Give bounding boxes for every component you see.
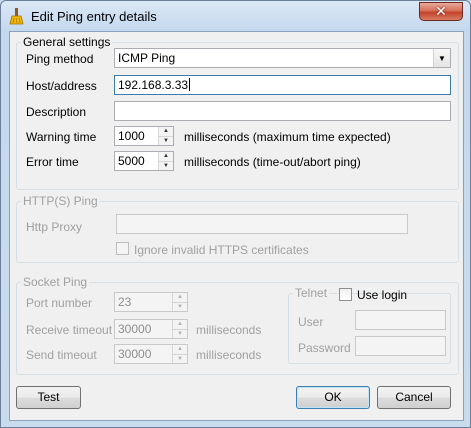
send-timeout-label: Send timeout [26,348,97,362]
send-timeout-stepper[interactable]: 30000 ▲ ▼ [114,344,188,364]
dialog-window: Edit Ping entry details ✕ General settin… [0,0,471,428]
window-title: Edit Ping entry details [31,9,157,24]
password-label: Password [298,341,351,355]
spin-up-icon[interactable]: ▲ [173,320,187,329]
ping-method-label: Ping method [26,52,94,66]
receive-timeout-spin[interactable]: ▲ ▼ [172,320,187,338]
spin-down-icon[interactable]: ▼ [173,329,187,338]
socket-ping-legend: Socket Ping [23,275,88,289]
spin-up-icon[interactable]: ▲ [159,127,173,136]
spin-down-icon[interactable]: ▼ [159,136,173,145]
close-button[interactable]: ✕ [419,2,463,21]
title-bar[interactable]: Edit Ping entry details ✕ [1,1,470,31]
spin-up-icon[interactable]: ▲ [159,152,173,161]
ping-method-select[interactable]: ICMP Ping ▼ [114,48,451,68]
host-address-value: 192.168.3.33 [118,78,189,92]
ping-method-value: ICMP Ping [118,51,176,65]
description-label: Description [26,105,87,119]
spin-down-icon[interactable]: ▼ [173,354,187,363]
spin-down-icon[interactable]: ▼ [173,302,187,311]
close-icon: ✕ [435,3,447,19]
port-number-value: 23 [118,295,132,309]
error-time-value: 5000 [118,154,145,168]
spin-up-icon[interactable]: ▲ [173,345,187,354]
receive-timeout-value: 30000 [118,322,152,336]
description-input[interactable] [114,101,451,121]
send-timeout-unit: milliseconds [196,348,262,362]
chevron-down-icon[interactable]: ▼ [433,49,450,67]
error-time-label: Error time [26,155,79,169]
text-caret [189,78,191,91]
use-login-label: Use login [357,288,408,302]
receive-timeout-label: Receive timeout [26,323,113,337]
dialog-body: General settings Ping method ICMP Ping ▼… [9,31,464,421]
warning-time-label: Warning time [26,130,97,144]
send-timeout-spin[interactable]: ▲ ▼ [172,345,187,363]
password-input[interactable] [355,336,446,356]
warning-time-value: 1000 [118,129,145,143]
send-timeout-value: 30000 [118,347,152,361]
error-time-spin[interactable]: ▲ ▼ [158,152,173,170]
host-label: Host/address [26,79,97,93]
http-proxy-label: Http Proxy [26,220,83,234]
port-number-label: Port number [26,296,93,310]
error-time-stepper[interactable]: 5000 ▲ ▼ [114,151,174,171]
warning-time-stepper[interactable]: 1000 ▲ ▼ [114,126,174,146]
use-login-checkbox[interactable] [339,288,352,301]
spin-up-icon[interactable]: ▲ [173,293,187,302]
test-button[interactable]: Test [16,386,81,409]
ok-button[interactable]: OK [296,386,370,409]
cancel-button[interactable]: Cancel [377,386,451,409]
warning-time-spin[interactable]: ▲ ▼ [158,127,173,145]
telnet-label: Telnet [295,286,328,300]
broom-icon [9,7,25,25]
ignore-https-label: Ignore invalid HTTPS certificates [134,243,309,257]
spin-down-icon[interactable]: ▼ [159,161,173,170]
telnet-legend: Telnet [293,286,329,300]
ignore-https-checkbox[interactable] [116,242,129,255]
http-proxy-input[interactable] [116,214,408,234]
receive-timeout-unit: milliseconds [196,323,262,337]
https-ping-legend: HTTP(S) Ping [23,194,98,208]
user-label: User [298,315,324,329]
warning-time-unit: milliseconds (maximum time expected) [184,130,391,144]
general-settings-legend: General settings [23,35,111,49]
receive-timeout-stepper[interactable]: 30000 ▲ ▼ [114,319,188,339]
host-address-input[interactable]: 192.168.3.33 [114,75,451,95]
port-number-stepper[interactable]: 23 ▲ ▼ [114,292,188,312]
error-time-unit: milliseconds (time-out/abort ping) [184,155,361,169]
user-input[interactable] [355,310,446,330]
port-number-spin[interactable]: ▲ ▼ [172,293,187,311]
